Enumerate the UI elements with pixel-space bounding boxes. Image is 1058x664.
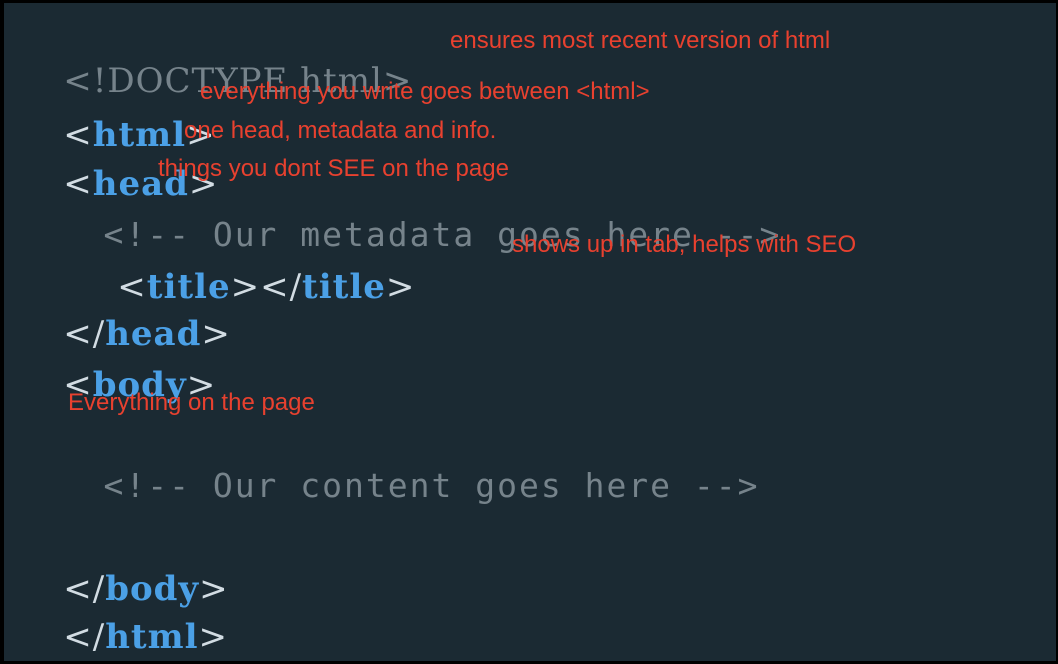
title-close-tag-name: title	[302, 267, 386, 307]
doctype-annotation: ensures most recent version of html	[450, 27, 831, 54]
content-comment-text: <!-- Our content goes here -->	[103, 466, 760, 505]
html-close-lt: </	[63, 617, 106, 657]
html-close-line: </html>	[16, 577, 228, 661]
html-close-gt: >	[198, 617, 229, 657]
head-annotation-line-2: things you dont SEE on the page	[158, 155, 509, 182]
html-close-tag-name: html	[105, 617, 199, 657]
html-annotation: everything you write goes between <html>	[200, 78, 650, 105]
head-annotation-line-1: one head, metadata and info.	[184, 117, 497, 144]
body-annotation: Everything on the page	[68, 389, 315, 416]
title-annotation: shows up in tab, helps with SEO	[512, 231, 857, 258]
title-brackets-mid: ></	[230, 267, 303, 307]
title-close-gt: >	[385, 267, 416, 307]
code-screenshot-panel: <!DOCTYPE html> ensures most recent vers…	[4, 3, 1056, 661]
content-comment-line: <!-- Our content goes here -->	[16, 426, 760, 546]
